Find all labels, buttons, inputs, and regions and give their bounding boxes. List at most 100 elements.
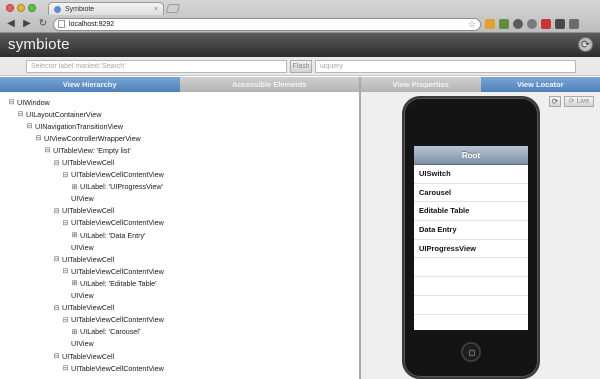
address-bar[interactable]: localhost:9292 ☆ (53, 17, 481, 31)
tree-node-label: UIView (71, 242, 94, 252)
tree-node-label: UIView (71, 339, 94, 349)
expand-icon[interactable]: ⊞ (71, 328, 78, 336)
tree-node[interactable]: ⊟ UITableViewCellContentView (0, 169, 359, 181)
new-tab-button[interactable] (165, 4, 181, 13)
tree-node[interactable]: ⊟ UITableViewCell (0, 302, 359, 314)
close-window-button[interactable] (6, 4, 14, 12)
tree-node[interactable]: UIView (0, 241, 359, 253)
minimize-window-button[interactable] (17, 4, 25, 12)
zoom-window-button[interactable] (28, 4, 36, 12)
tab-view-hierarchy[interactable]: View Hierarchy (0, 77, 180, 92)
wrench-menu-icon[interactable] (569, 19, 579, 29)
uiquery-input[interactable] (315, 60, 576, 73)
collapse-icon[interactable]: ⊟ (44, 146, 51, 154)
forward-arrow-icon[interactable]: ▶ (21, 18, 33, 30)
collapse-icon[interactable]: ⊟ (53, 352, 60, 360)
extension-icon[interactable] (555, 19, 565, 29)
tree-node[interactable]: ⊞ UILabel: 'Carousel' (0, 326, 359, 338)
tree-node-label: UITableViewCell (62, 206, 115, 216)
tree-node[interactable]: ⊞ UILabel: 'Data Entry' (0, 229, 359, 241)
collapse-icon[interactable]: ⊟ (62, 267, 69, 275)
tree-node[interactable]: ⊟ UIViewControllerWrapperView (0, 132, 359, 144)
tree-node-label: UITableViewCellContentView (71, 266, 164, 276)
tab-accessible-elements[interactable]: Accessible Elements (179, 77, 359, 92)
reload-icon[interactable]: ↻ (37, 18, 49, 30)
device-table-cell[interactable]: Data Entry (414, 221, 528, 240)
tab-close-icon[interactable]: × (154, 6, 158, 13)
tree-node[interactable]: UIView (0, 290, 359, 302)
device-table: UISwitch Carousel Editable Table Data Entry… (414, 165, 528, 330)
refresh-icon[interactable]: ⟳ (578, 37, 593, 52)
tree-node[interactable]: ⊟ UITableViewCellContentView (0, 217, 359, 229)
live-button[interactable]: ⟳ Live (564, 96, 594, 107)
tree-node[interactable]: ⊞ UILabel: 'UIProgressView' (0, 181, 359, 193)
device-table-cell[interactable] (414, 296, 528, 315)
page-icon (58, 20, 65, 28)
collapse-icon[interactable]: ⊟ (53, 304, 60, 312)
home-button[interactable] (461, 342, 481, 362)
tree-node[interactable]: ⊟ UITableViewCellContentView (0, 314, 359, 326)
tab-title: Symbiote (65, 5, 95, 13)
collapse-icon[interactable]: ⊟ (53, 207, 60, 215)
tree-node[interactable]: ⊟ UITableViewCellContentView (0, 362, 359, 374)
collapse-icon[interactable]: ⊟ (62, 219, 69, 227)
browser-tab[interactable]: Symbiote × (48, 2, 164, 15)
device-table-cell[interactable] (414, 315, 528, 331)
tree-node[interactable]: ⊟ UINavigationTransitionView (0, 120, 359, 132)
tree-node[interactable]: ⊟ UITableViewCell (0, 205, 359, 217)
tree-node-label: UITableViewCell (62, 303, 115, 313)
selector-input[interactable] (26, 60, 287, 73)
device-screen: Root UISwitch Carousel Editable Table Data … (414, 146, 528, 330)
collapse-icon[interactable]: ⊟ (53, 159, 60, 167)
extension-icon[interactable] (499, 19, 509, 29)
tree-node[interactable]: ⊟ UIWindow (0, 96, 359, 108)
locator-refresh-icon[interactable]: ⟳ (549, 96, 561, 107)
back-arrow-icon[interactable]: ◀ (5, 18, 17, 30)
tree-node[interactable]: ⊟ UILayoutContainerView (0, 108, 359, 120)
tree-node-label: UITableViewCellContentView (71, 363, 164, 373)
collapse-icon[interactable]: ⊟ (35, 134, 42, 142)
expand-icon[interactable]: ⊞ (71, 183, 78, 191)
device-table-cell[interactable]: Carousel (414, 184, 528, 203)
tree-node[interactable]: ⊞ UILabel: 'Editable Table' (0, 277, 359, 289)
tree-node-label: UITableViewCell (62, 351, 115, 361)
tab-view-properties[interactable]: View Properties (361, 77, 481, 92)
nav-bar-title: Root (414, 146, 528, 165)
collapse-icon[interactable]: ⊟ (8, 98, 15, 106)
tree-node[interactable]: ⊟ UITableViewCellContentView (0, 265, 359, 277)
tree-node-label: UIView (71, 291, 94, 301)
collapse-icon[interactable]: ⊟ (53, 255, 60, 263)
flash-button[interactable]: Flash (290, 60, 312, 73)
tree-node[interactable]: ⊟ UITableViewCell (0, 156, 359, 168)
app-title: symbiote (8, 36, 70, 53)
tree-node-label: UITableViewCell (62, 158, 115, 168)
tree-node[interactable]: ⊟ UITableViewCell (0, 350, 359, 362)
extension-icon[interactable] (541, 19, 551, 29)
collapse-icon[interactable]: ⊟ (17, 110, 24, 118)
tree-node[interactable]: ⊟ UITableViewCell (0, 253, 359, 265)
device-table-cell[interactable]: UISwitch (414, 165, 528, 184)
extension-icon[interactable] (513, 19, 523, 29)
collapse-icon[interactable]: ⊟ (62, 364, 69, 372)
collapse-icon[interactable]: ⊟ (62, 171, 69, 179)
view-hierarchy-panel: ⊟ UIWindow ⊟ UILayoutContainerView ⊟ UINaviga… (0, 92, 359, 379)
expand-icon[interactable]: ⊞ (71, 279, 78, 287)
tree-node[interactable]: ⊟ UITableView: 'Empty list' (0, 144, 359, 156)
tree-node[interactable]: UIView (0, 193, 359, 205)
device-table-cell[interactable] (414, 277, 528, 296)
url-text[interactable]: localhost:9292 (69, 21, 464, 28)
device-table-cell[interactable] (414, 258, 528, 278)
tree-node[interactable]: UIView (0, 338, 359, 350)
live-label: Live (576, 98, 590, 105)
extension-icon[interactable] (527, 19, 537, 29)
bookmark-star-icon[interactable]: ☆ (468, 19, 476, 30)
collapse-icon[interactable]: ⊟ (26, 122, 33, 130)
device-table-cell[interactable]: UIProgressView (414, 240, 528, 259)
device-table-cell[interactable]: Editable Table (414, 202, 528, 222)
tree-node-label: UITableViewCellContentView (71, 218, 164, 228)
collapse-icon[interactable]: ⊟ (62, 316, 69, 324)
tab-view-locator[interactable]: View Locator (480, 77, 600, 92)
expand-icon[interactable]: ⊞ (71, 231, 78, 239)
search-row: Flash (0, 57, 600, 76)
extension-icon[interactable] (485, 19, 495, 29)
